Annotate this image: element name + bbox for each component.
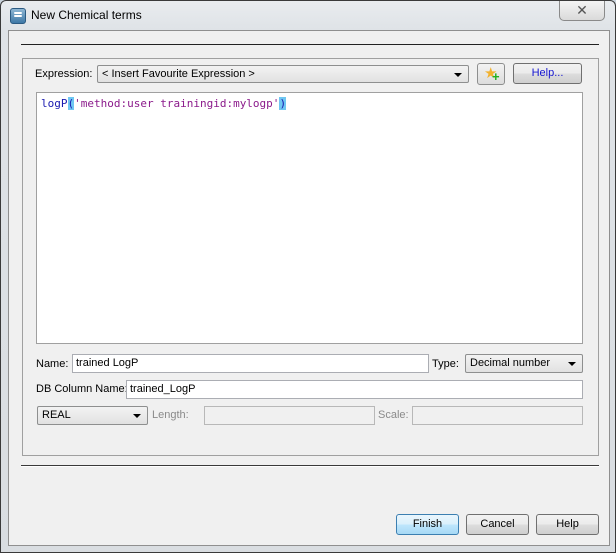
name-label: Name: xyxy=(36,358,69,370)
favourite-expression-select[interactable]: < Insert Favourite Expression > xyxy=(97,65,469,83)
plus-icon: + xyxy=(492,69,500,84)
close-button[interactable]: ✕ xyxy=(559,1,605,21)
code-argument: 'method:user trainingid:mylogp' xyxy=(74,97,280,110)
type-label: Type: xyxy=(432,358,459,370)
length-label: Length: xyxy=(152,409,189,421)
scale-input[interactable] xyxy=(412,406,583,425)
type-select[interactable]: Decimal number xyxy=(465,354,583,373)
chevron-down-icon xyxy=(454,73,462,77)
code-function: logP xyxy=(41,97,68,110)
expression-panel: Expression: < Insert Favourite Expressio… xyxy=(22,58,599,456)
sql-type-value: REAL xyxy=(42,409,71,421)
sql-type-select[interactable]: REAL xyxy=(37,406,148,425)
chevron-down-icon xyxy=(568,362,576,366)
scale-label: Scale: xyxy=(378,409,409,421)
footer-separator xyxy=(21,465,599,467)
expression-editor[interactable]: logP('method:user trainingid:mylogp') xyxy=(36,92,583,344)
finish-button[interactable]: Finish xyxy=(396,514,459,535)
db-column-label: DB Column Name: xyxy=(36,383,128,395)
close-icon: ✕ xyxy=(576,2,588,18)
add-favourite-button[interactable]: ★ + xyxy=(477,63,505,85)
help-button[interactable]: Help xyxy=(536,514,599,535)
dialog-window: New Chemical terms ✕ Expression: < Inser… xyxy=(0,0,616,553)
expression-label: Expression: xyxy=(35,68,93,80)
length-input[interactable] xyxy=(204,406,375,425)
app-database-icon xyxy=(10,8,26,24)
name-input[interactable]: trained LogP xyxy=(72,354,429,373)
type-select-value: Decimal number xyxy=(470,357,551,369)
header-separator xyxy=(21,44,599,45)
code-close-paren: ) xyxy=(279,97,287,110)
expression-help-button[interactable]: Help... xyxy=(513,63,582,84)
chevron-down-icon xyxy=(133,414,141,418)
cancel-button[interactable]: Cancel xyxy=(466,514,529,535)
dialog-content: Expression: < Insert Favourite Expressio… xyxy=(8,30,610,546)
window-title: New Chemical terms xyxy=(31,8,142,22)
title-bar[interactable]: New Chemical terms ✕ xyxy=(1,1,615,29)
db-column-input[interactable]: trained_LogP xyxy=(126,380,583,399)
favourite-expression-value: < Insert Favourite Expression > xyxy=(102,68,255,80)
